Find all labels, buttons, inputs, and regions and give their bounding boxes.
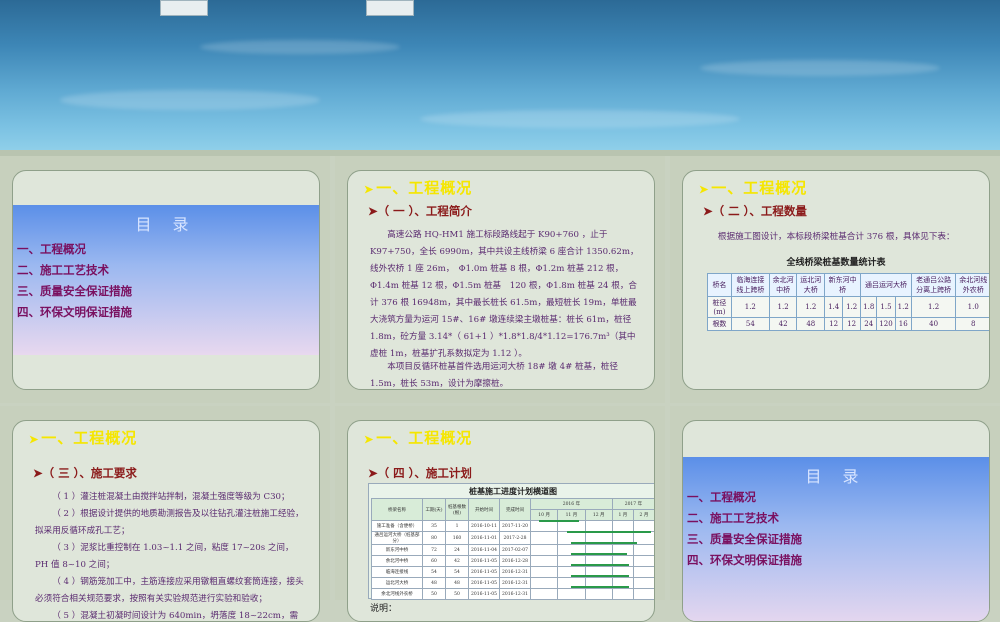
subtitle: ➤（ 三 ）、施工要求 bbox=[33, 466, 137, 480]
slide-thumbnail-5[interactable]: ➤ 一、工程概况 ➤（ 四 ）、施工计划 桩基施工进度计划横道图 桥梁名称 工期(… bbox=[335, 406, 665, 622]
gantt-bar bbox=[571, 542, 637, 544]
toc-item: 二、施工工艺技术 bbox=[17, 263, 109, 277]
gantt-bar bbox=[539, 520, 579, 522]
toc-item: 四、环保文明保证措施 bbox=[17, 305, 132, 319]
gantt-chart: 桩基施工进度计划横道图 桥梁名称 工期(天) 桩基根数(根) 开始时间 完成时间… bbox=[368, 483, 654, 600]
section-header: ➤ 一、工程概况 bbox=[364, 179, 473, 197]
slide-thumbnail-3[interactable]: ➤ 一、工程概况 ➤（ 二 ）、工程数量 根据施工图设计，本标段桥梁桩基合计 37… bbox=[670, 156, 1000, 403]
subtitle: ➤（ 二 ）、工程数量 bbox=[703, 204, 807, 218]
gantt-bar bbox=[571, 564, 629, 566]
slide-thumbnail-1[interactable]: 目 录 一、工程概况 二、施工工艺技术 三、质量安全保证措施 四、环保文明保证措… bbox=[0, 156, 330, 403]
slide-card: ➤ 一、工程概况 ➤（ 一 ）、工程简介 高速公路 HQ-HM1 施工标段路线起于… bbox=[347, 170, 655, 390]
gantt-bar bbox=[571, 586, 629, 588]
gantt-bar bbox=[567, 531, 651, 533]
toc-item: 三、质量安全保证措施 bbox=[687, 532, 802, 546]
slide-card: ➤ 一、工程概况 ➤（ 二 ）、工程数量 根据施工图设计，本标段桥梁桩基合计 37… bbox=[682, 170, 990, 390]
bridge-pillar bbox=[160, 0, 208, 16]
slide-thumbnail-2[interactable]: ➤ 一、工程概况 ➤（ 一 ）、工程简介 高速公路 HQ-HM1 施工标段路线起于… bbox=[335, 156, 665, 403]
slide-card: ➤ 一、工程概况 ➤（ 四 ）、施工计划 桩基施工进度计划横道图 桥梁名称 工期(… bbox=[347, 420, 655, 622]
toc-title: 目 录 bbox=[805, 467, 867, 486]
section-header: ➤ 一、工程概况 bbox=[29, 429, 138, 447]
table-title: 全线桥梁桩基数量统计表 bbox=[786, 258, 886, 268]
pile-count-table: 桥名 临海连接线上跨桥 余北河中桥 运北河大桥 新东河中桥 通吕运河大桥 老通吕… bbox=[707, 273, 989, 331]
slide-thumbnail-6[interactable]: 目 录 一、工程概况 二、施工工艺技术 三、质量安全保证措施 四、环保文明保证措… bbox=[670, 406, 1000, 622]
hero-water-image bbox=[0, 0, 1000, 150]
toc-title: 目 录 bbox=[135, 215, 197, 234]
slide-thumbnail-4[interactable]: ➤ 一、工程概况 ➤（ 三 ）、施工要求 （ 1 ）灌注桩混凝土由搅拌站拌制，混凝… bbox=[0, 406, 330, 622]
section-header: ➤ 一、工程概况 bbox=[699, 179, 808, 197]
requirement-line: （ 5 ）混凝土初凝时间设计为 640min，坍落度 18~22cm，需检测 bbox=[52, 611, 299, 621]
intro-text: 根据施工图设计，本标段桥梁桩基合计 376 根，具体见下表： bbox=[717, 232, 955, 242]
body-paragraph: 高速公路 HQ-HM1 施工标段路线起于 K90+760 ，止于 K97+750… bbox=[370, 230, 639, 359]
body-paragraph: 本项目反循环桩基首件选用运河大桥 18# 墩 4# 桩基，桩径 1.5m，桩长 … bbox=[370, 362, 618, 389]
note-label: 说明： bbox=[370, 604, 398, 614]
slide-card: 目 录 一、工程概况 二、施工工艺技术 三、质量安全保证措施 四、环保文明保证措… bbox=[682, 420, 990, 622]
gantt-bar bbox=[571, 575, 629, 577]
requirement-line: （ 3 ）泥浆比重控制在 1.03~1.1 之间，粘度 17~20s 之间，PH… bbox=[35, 543, 294, 570]
toc-item: 三、质量安全保证措施 bbox=[17, 284, 132, 298]
toc-box: 目 录 一、工程概况 二、施工工艺技术 三、质量安全保证措施 四、环保文明保证措… bbox=[683, 457, 989, 621]
gantt-bar bbox=[571, 553, 627, 555]
subtitle: ➤（ 四 ）、施工计划 bbox=[368, 466, 472, 480]
subtitle: ➤（ 一 ）、工程简介 bbox=[368, 204, 472, 218]
toc-item: 二、施工工艺技术 bbox=[687, 511, 779, 525]
gantt-table: 桥梁名称 工期(天) 桩基根数(根) 开始时间 完成时间 2016 年 2017… bbox=[371, 498, 654, 600]
bridge-pillar bbox=[366, 0, 414, 16]
gantt-title: 桩基施工进度计划横道图 bbox=[469, 486, 557, 496]
requirement-line: （ 1 ）灌注桩混凝土由搅拌站拌制，混凝土强度等级为 C30； bbox=[52, 492, 290, 502]
requirement-line: （ 2 ）根据设计提供的地质勘测报告及以往钻孔灌注桩施工经验，拟采用反循环成孔工… bbox=[35, 509, 304, 536]
slide-card: 目 录 一、工程概况 二、施工工艺技术 三、质量安全保证措施 四、环保文明保证措… bbox=[12, 170, 320, 390]
requirement-line: （ 4 ）钢筋笼加工中，主筋连接应采用镦粗直螺纹套筒连接，接头必须符合相关规范要… bbox=[35, 577, 304, 604]
section-header: ➤ 一、工程概况 bbox=[364, 429, 473, 447]
toc-item: 四、环保文明保证措施 bbox=[687, 553, 802, 567]
toc-box: 目 录 一、工程概况 二、施工工艺技术 三、质量安全保证措施 四、环保文明保证措… bbox=[13, 205, 319, 355]
toc-item: 一、工程概况 bbox=[687, 490, 756, 504]
toc-item: 一、工程概况 bbox=[17, 242, 86, 256]
slide-card: ➤ 一、工程概况 ➤（ 三 ）、施工要求 （ 1 ）灌注桩混凝土由搅拌站拌制，混凝… bbox=[12, 420, 320, 622]
